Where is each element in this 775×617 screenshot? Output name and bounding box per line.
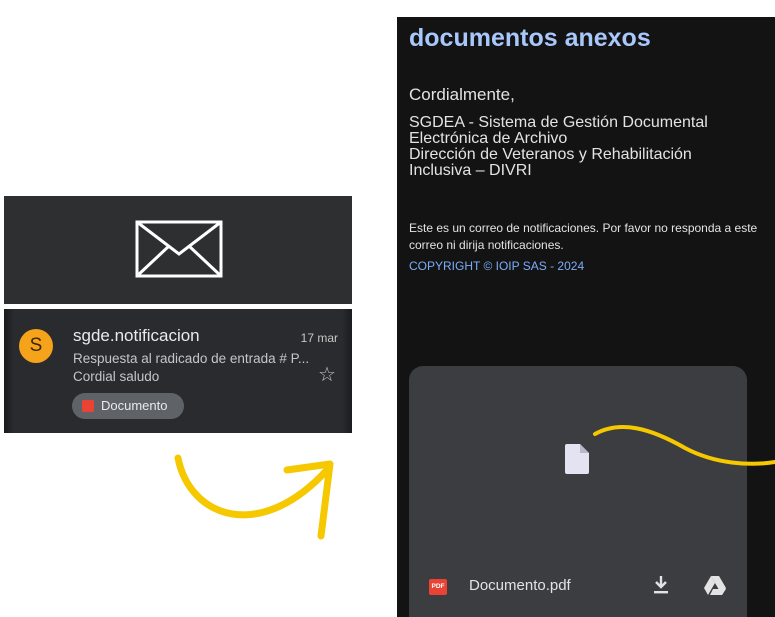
attachment-filename: Documento.pdf	[469, 577, 571, 594]
notification-disclaimer: Este es un correo de notificaciones. Por…	[409, 221, 758, 252]
email-snippet: Cordial saludo	[73, 369, 160, 384]
star-icon[interactable]: ☆	[318, 362, 336, 387]
inbox-email-row[interactable]: S sgde.notificacion 17 mar Respuesta al …	[4, 309, 352, 433]
signature-line: Electrónica de Archivo	[409, 130, 568, 147]
attachment-chip-label: Documento	[101, 398, 168, 413]
attachment-card[interactable]: PDF Documento.pdf	[409, 366, 747, 617]
squiggle-annotation	[593, 424, 775, 466]
pdf-icon: PDF	[429, 579, 447, 595]
download-icon[interactable]	[653, 575, 669, 595]
pdf-icon	[82, 400, 94, 412]
copyright-text: COPYRIGHT © IOIP SAS - 2024	[409, 259, 585, 273]
signature-line: Inclusiva – DIVRI	[409, 162, 532, 179]
google-drive-icon[interactable]	[704, 576, 726, 595]
sender-name: sgde.notificacion	[73, 326, 200, 345]
email-date: 17 mar	[300, 331, 338, 345]
email-signature: SGDEA - Sistema de Gestión Documental El…	[409, 115, 708, 179]
document-icon	[565, 444, 589, 474]
attachment-chip[interactable]: Documento	[72, 393, 184, 419]
avatar[interactable]: S	[19, 329, 53, 363]
edge-shadow	[4, 309, 14, 433]
email-closing: Cordialmente,	[409, 85, 515, 104]
curved-arrow-annotation	[174, 454, 334, 540]
email-heading: documentos anexos	[409, 24, 651, 52]
signature-line: Dirección de Veteranos y Rehabilitación	[409, 146, 692, 163]
envelope-banner	[4, 196, 352, 304]
email-subject: Respuesta al radicado de entrada # P...	[73, 351, 310, 366]
signature-line: SGDEA - Sistema de Gestión Documental	[409, 114, 708, 131]
envelope-icon	[135, 220, 223, 278]
edge-shadow	[342, 309, 352, 433]
email-body-panel: documentos anexos Cordialmente, SGDEA - …	[397, 17, 775, 617]
